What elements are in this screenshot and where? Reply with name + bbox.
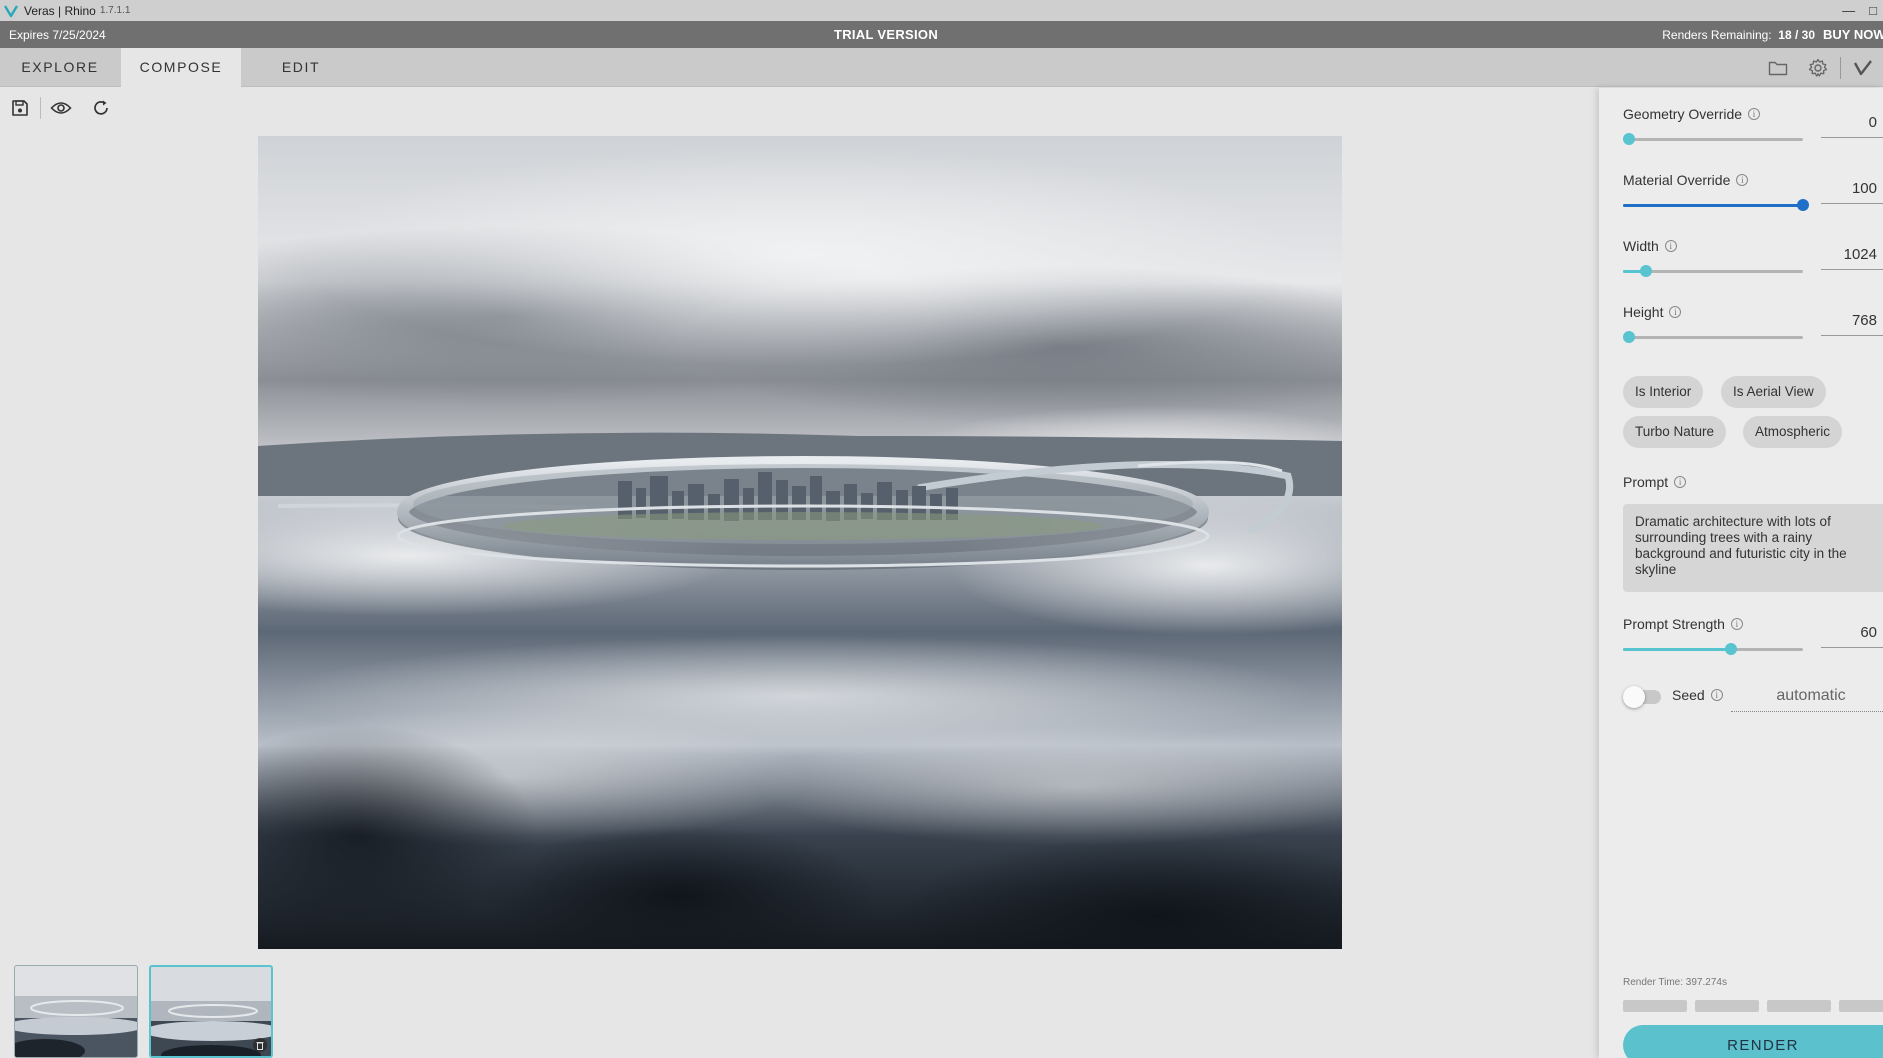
preview-button[interactable]	[41, 88, 81, 128]
seed-text: Seed	[1672, 687, 1705, 703]
prompt-strength-text: Prompt Strength	[1623, 616, 1725, 632]
geometry-override-slider[interactable]	[1623, 132, 1803, 146]
height-input[interactable]	[1821, 306, 1883, 336]
minimize-button[interactable]: —	[1842, 3, 1855, 18]
chip-is-interior[interactable]: Is Interior	[1623, 376, 1704, 408]
width-text: Width	[1623, 238, 1659, 254]
info-icon[interactable]: i	[1674, 476, 1687, 488]
folder-icon	[1768, 61, 1788, 75]
renders-remaining-value: 18 / 30	[1778, 27, 1815, 42]
slider-handle[interactable]	[1623, 133, 1635, 145]
tab-compose[interactable]: COMPOSE	[121, 48, 241, 87]
tab-bar: EXPLORE COMPOSE EDIT	[0, 48, 1883, 87]
tab-explore[interactable]: EXPLORE	[0, 48, 120, 87]
render-preview-image	[258, 136, 1342, 949]
trial-version-label: TRIAL VERSION	[833, 27, 939, 42]
seed-toggle[interactable]	[1623, 686, 1663, 708]
prompt-text: Prompt	[1623, 474, 1669, 490]
slider-handle[interactable]	[1797, 199, 1809, 211]
maximize-button[interactable]: □	[1869, 3, 1877, 18]
render-button[interactable]: RENDER	[1623, 1025, 1883, 1058]
app-title: Veras | Rhino	[24, 3, 96, 18]
render-progress	[1623, 1000, 1883, 1012]
refresh-button[interactable]	[81, 88, 121, 128]
geometry-override-label: Geometry Override i	[1623, 106, 1761, 122]
slider-track	[1623, 138, 1803, 141]
tab-edit[interactable]: EDIT	[241, 48, 361, 87]
width-label: Width i	[1623, 238, 1677, 254]
material-override-input[interactable]	[1821, 174, 1883, 204]
open-folder-button[interactable]	[1758, 48, 1798, 87]
progress-segment	[1623, 1000, 1687, 1012]
save-icon	[12, 100, 28, 116]
thumbnail-image	[15, 966, 137, 1057]
header-divider	[1840, 56, 1841, 79]
info-icon[interactable]: i	[1710, 689, 1723, 701]
header-actions	[1758, 48, 1883, 87]
height-label: Height i	[1623, 304, 1682, 320]
info-icon[interactable]: i	[1736, 174, 1749, 186]
geometry-override-text: Geometry Override	[1623, 106, 1743, 122]
save-button[interactable]	[0, 88, 40, 128]
veras-menu-button[interactable]	[1843, 48, 1883, 87]
slider-fill	[1623, 648, 1731, 651]
slider-handle[interactable]	[1623, 331, 1635, 343]
toggle-knob[interactable]	[1623, 686, 1645, 708]
eye-icon	[50, 102, 72, 114]
seed-input[interactable]	[1731, 680, 1883, 712]
height-slider[interactable]	[1623, 330, 1803, 344]
seed-label: Seed i	[1672, 687, 1723, 703]
slider-handle[interactable]	[1640, 265, 1652, 277]
app-version: 1.7.1.1	[99, 5, 131, 16]
delete-thumbnail-button[interactable]	[253, 1038, 267, 1052]
progress-segment	[1695, 1000, 1759, 1012]
settings-button[interactable]	[1798, 48, 1838, 87]
prompt-strength-input[interactable]	[1821, 618, 1883, 648]
prompt-strength-label: Prompt Strength i	[1623, 616, 1743, 632]
refresh-icon	[94, 100, 108, 115]
render-thumbnail-1[interactable]	[14, 965, 138, 1058]
material-override-slider[interactable]	[1623, 198, 1809, 212]
gear-icon	[1808, 58, 1828, 77]
prompt-strength-slider[interactable]	[1623, 642, 1803, 656]
material-override-text: Material Override	[1623, 172, 1731, 188]
width-slider[interactable]	[1623, 264, 1803, 278]
prompt-textarea[interactable]: Dramatic architecture with lots of surro…	[1623, 504, 1883, 592]
buy-now-link[interactable]: BUY NOW	[1823, 27, 1883, 42]
image-toolbar	[0, 88, 121, 128]
info-icon[interactable]: i	[1748, 108, 1761, 120]
renders-remaining: Renders Remaining: 18 / 30	[1662, 28, 1815, 42]
trash-icon	[256, 1041, 264, 1050]
window-controls: — □	[1842, 0, 1883, 21]
progress-segment	[1839, 1000, 1883, 1012]
renders-remaining-label: Renders Remaining:	[1662, 27, 1772, 42]
info-icon[interactable]: i	[1730, 618, 1743, 630]
slider-track	[1623, 336, 1803, 339]
material-override-label: Material Override i	[1623, 172, 1749, 188]
check-icon	[1853, 59, 1872, 75]
trial-bar: Expires 7/25/2024 TRIAL VERSION Renders …	[0, 21, 1883, 48]
info-icon[interactable]: i	[1664, 240, 1677, 252]
height-text: Height	[1623, 304, 1664, 320]
chip-atmospheric[interactable]: Atmospheric	[1743, 416, 1843, 448]
render-time: Render Time: 397.274s	[1623, 977, 1727, 988]
render-thumbnail-2[interactable]	[149, 965, 273, 1058]
geometry-override-input[interactable]	[1821, 108, 1883, 138]
slider-handle[interactable]	[1725, 643, 1737, 655]
progress-segment	[1767, 1000, 1831, 1012]
settings-panel: Geometry Override i Material Override i …	[1599, 88, 1883, 1058]
prompt-label: Prompt i	[1623, 474, 1687, 490]
slider-fill	[1623, 204, 1803, 207]
chip-turbo-nature[interactable]: Turbo Nature	[1623, 416, 1727, 448]
window-title-bar: Veras | Rhino 1.7.1.1 — □	[0, 0, 1883, 21]
chip-is-aerial-view[interactable]: Is Aerial View	[1721, 376, 1826, 408]
width-input[interactable]	[1821, 240, 1883, 270]
veras-logo-icon	[4, 4, 18, 17]
info-icon[interactable]: i	[1669, 306, 1682, 318]
